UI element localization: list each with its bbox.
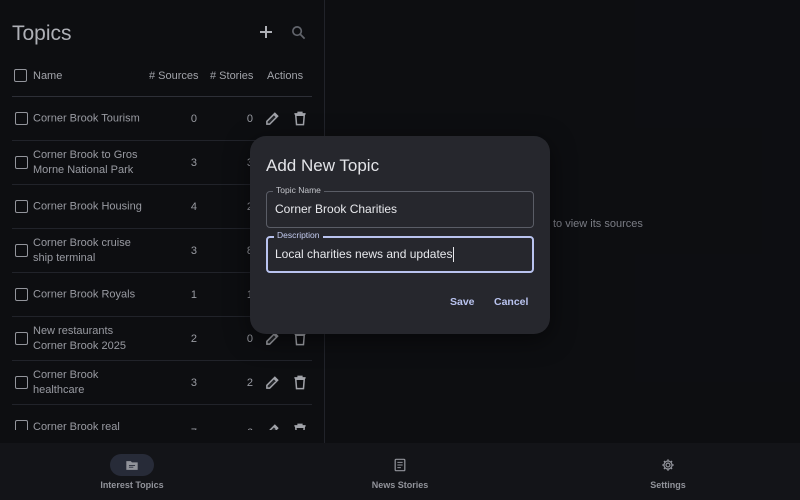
add-topic-dialog: Add New Topic Topic Name Description Sav… xyxy=(250,136,550,334)
description-field[interactable]: Description xyxy=(266,230,534,273)
description-label: Description xyxy=(274,230,323,241)
description-input[interactable] xyxy=(275,247,525,261)
topic-name-label: Topic Name xyxy=(273,185,324,196)
text-caret xyxy=(453,247,454,262)
cancel-button[interactable]: Cancel xyxy=(494,296,528,308)
save-button[interactable]: Save xyxy=(450,296,475,308)
dialog-title: Add New Topic xyxy=(266,156,380,175)
topic-name-field[interactable]: Topic Name xyxy=(266,185,534,228)
topic-name-input[interactable] xyxy=(275,202,525,216)
